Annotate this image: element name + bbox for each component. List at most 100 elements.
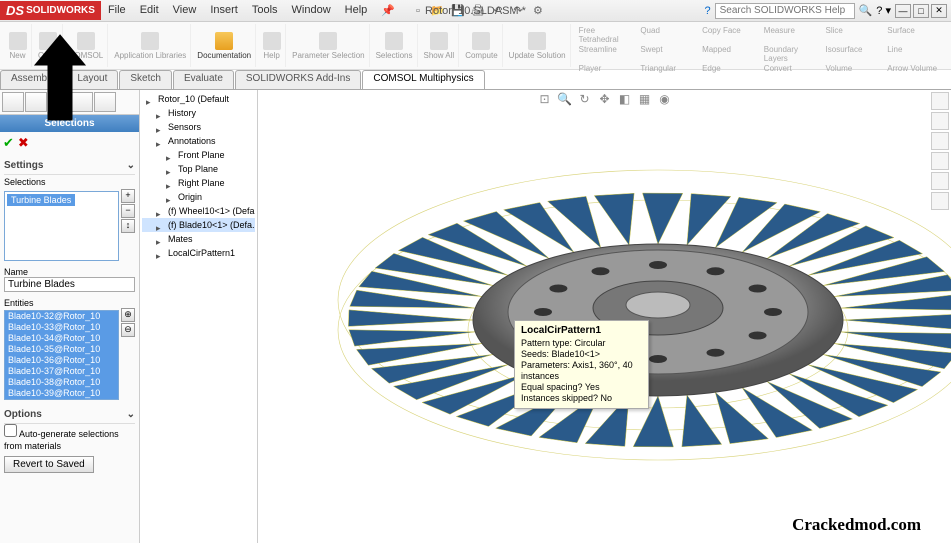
tree-item[interactable]: ▸History (142, 106, 255, 120)
auto-generate-checkbox[interactable]: Auto-generate selections from materials (4, 429, 119, 451)
pan-icon[interactable]: ✥ (596, 92, 614, 110)
rib-r-3[interactable]: Measure (764, 26, 818, 44)
cancel-button[interactable]: ✖ (18, 135, 29, 151)
section-icon[interactable]: ▦ (636, 92, 654, 110)
tab-comsol[interactable]: COMSOL Multiphysics (362, 70, 484, 89)
entity-item[interactable]: Blade10-33@Rotor_10 (5, 322, 118, 333)
tree-item[interactable]: ▸Mates (142, 232, 255, 246)
tree-item[interactable]: ▸Rotor_10 (Default (142, 92, 255, 106)
selection-box[interactable]: Turbine Blades (4, 191, 119, 261)
rib-applib[interactable]: Application Libraries (110, 24, 191, 67)
rt-1[interactable] (931, 92, 949, 110)
help-dropdown-icon[interactable]: ? ▾ (876, 4, 891, 17)
scene-icon[interactable]: ◉ (656, 92, 674, 110)
rib-r-2[interactable]: Copy Face (702, 26, 756, 44)
tree-item[interactable]: ▸Right Plane (142, 176, 255, 190)
rib-param[interactable]: Parameter Selection (288, 24, 369, 67)
search-input[interactable] (715, 3, 855, 19)
rib-r-14[interactable]: Edge (702, 64, 756, 73)
rib-compute[interactable]: Compute (461, 24, 502, 67)
rib-r-15[interactable]: Convert (764, 64, 818, 73)
rib-r-4[interactable]: Slice (826, 26, 880, 44)
revert-button[interactable]: Revert to Saved (4, 456, 94, 473)
menu-file[interactable]: File (101, 4, 133, 17)
entity-item[interactable]: Blade10-32@Rotor_10 (5, 311, 118, 322)
feature-tree[interactable]: ▸Rotor_10 (Default▸History▸Sensors▸Annot… (140, 90, 258, 543)
name-input[interactable] (4, 277, 135, 292)
maximize-button[interactable]: □ (913, 4, 929, 18)
close-button[interactable]: ✕ (931, 4, 947, 18)
zoom-fit-icon[interactable]: ⊡ (536, 92, 554, 110)
tree-item[interactable]: ▸Origin (142, 190, 255, 204)
menu-window[interactable]: Window (285, 4, 338, 17)
zoom-icon[interactable]: 🔍 (556, 92, 574, 110)
rib-help[interactable]: Help (258, 24, 286, 67)
menu-view[interactable]: View (166, 4, 204, 17)
rt-2[interactable] (931, 112, 949, 130)
tree-item[interactable]: ▸(f) Wheel10<1> (Defa... (142, 204, 255, 218)
tab-evaluate[interactable]: Evaluate (173, 70, 234, 89)
entity-add-button[interactable]: ⊕ (121, 308, 135, 322)
panel-tab-1[interactable] (2, 92, 24, 112)
add-selection-button[interactable]: + (121, 189, 135, 203)
display-style-icon[interactable]: ◧ (616, 92, 634, 110)
menu-edit[interactable]: Edit (133, 4, 166, 17)
menu-insert[interactable]: Insert (203, 4, 245, 17)
rib-r-5[interactable]: Surface (887, 26, 941, 44)
rib-r-11[interactable]: Line (887, 45, 941, 63)
rib-new[interactable]: New (4, 24, 32, 67)
rib-r-9[interactable]: Boundary Layers (764, 45, 818, 63)
tree-item[interactable]: ▸Annotations (142, 134, 255, 148)
rib-doc[interactable]: Documentation (193, 24, 256, 67)
menu-help[interactable]: Help (338, 4, 375, 17)
search-icon[interactable]: 🔍 (859, 4, 873, 17)
options-header[interactable]: Options⌄ (4, 406, 135, 424)
rib-r-10[interactable]: Isosurface (826, 45, 880, 63)
rib-update[interactable]: Update Solution (505, 24, 571, 67)
rt-3[interactable] (931, 132, 949, 150)
rib-r-12[interactable]: Player (579, 64, 633, 73)
ok-button[interactable]: ✔ (3, 135, 14, 151)
entity-item[interactable]: Blade10-36@Rotor_10 (5, 355, 118, 366)
rt-6[interactable] (931, 192, 949, 210)
entity-item[interactable]: Blade10-40@Rotor_10 (5, 399, 118, 400)
tree-item[interactable]: ▸LocalCirPattern1 (142, 246, 255, 260)
entity-item[interactable]: Blade10-37@Rotor_10 (5, 366, 118, 377)
rotate-icon[interactable]: ↻ (576, 92, 594, 110)
rib-sel[interactable]: Selections (372, 24, 418, 67)
pin-icon[interactable]: 📌 (374, 4, 402, 17)
help-icon[interactable]: ? (704, 5, 710, 17)
rib-r-7[interactable]: Swept (640, 45, 694, 63)
rib-r-8[interactable]: Mapped (702, 45, 756, 63)
rib-r-13[interactable]: Triangular (640, 64, 694, 73)
sort-selection-button[interactable]: ↕ (121, 219, 135, 233)
viewport-3d[interactable]: ⊡ 🔍 ↻ ✥ ◧ ▦ ◉ (258, 90, 951, 543)
rt-4[interactable] (931, 152, 949, 170)
panel-tab-5[interactable] (94, 92, 116, 112)
tab-sketch[interactable]: Sketch (119, 70, 172, 89)
entity-item[interactable]: Blade10-35@Rotor_10 (5, 344, 118, 355)
menu-tools[interactable]: Tools (245, 4, 285, 17)
remove-selection-button[interactable]: − (121, 204, 135, 218)
rib-r-0[interactable]: Free Tetrahedral (579, 26, 633, 44)
entity-item[interactable]: Blade10-38@Rotor_10 (5, 377, 118, 388)
settings-header[interactable]: Settings⌄ (4, 157, 135, 175)
tree-item[interactable]: ▸(f) Blade10<1> (Defa... (142, 218, 255, 232)
rt-5[interactable] (931, 172, 949, 190)
rib-r-16[interactable]: Volume (826, 64, 880, 73)
tab-addins[interactable]: SOLIDWORKS Add-Ins (235, 70, 361, 89)
rib-r-6[interactable]: Streamline (579, 45, 633, 63)
tree-item[interactable]: ▸Top Plane (142, 162, 255, 176)
new-icon[interactable]: ▫ (410, 3, 426, 19)
options-icon[interactable]: ⚙ (530, 3, 546, 19)
rib-showall[interactable]: Show All (420, 24, 460, 67)
entity-remove-button[interactable]: ⊖ (121, 323, 135, 337)
entity-item[interactable]: Blade10-39@Rotor_10 (5, 388, 118, 399)
entities-list[interactable]: Blade10-32@Rotor_10Blade10-33@Rotor_10Bl… (4, 310, 119, 400)
rib-r-17[interactable]: Arrow Volume (887, 64, 941, 73)
tree-item[interactable]: ▸Front Plane (142, 148, 255, 162)
rib-r-1[interactable]: Quad (640, 26, 694, 44)
entity-item[interactable]: Blade10-34@Rotor_10 (5, 333, 118, 344)
tree-item[interactable]: ▸Sensors (142, 120, 255, 134)
minimize-button[interactable]: — (895, 4, 911, 18)
